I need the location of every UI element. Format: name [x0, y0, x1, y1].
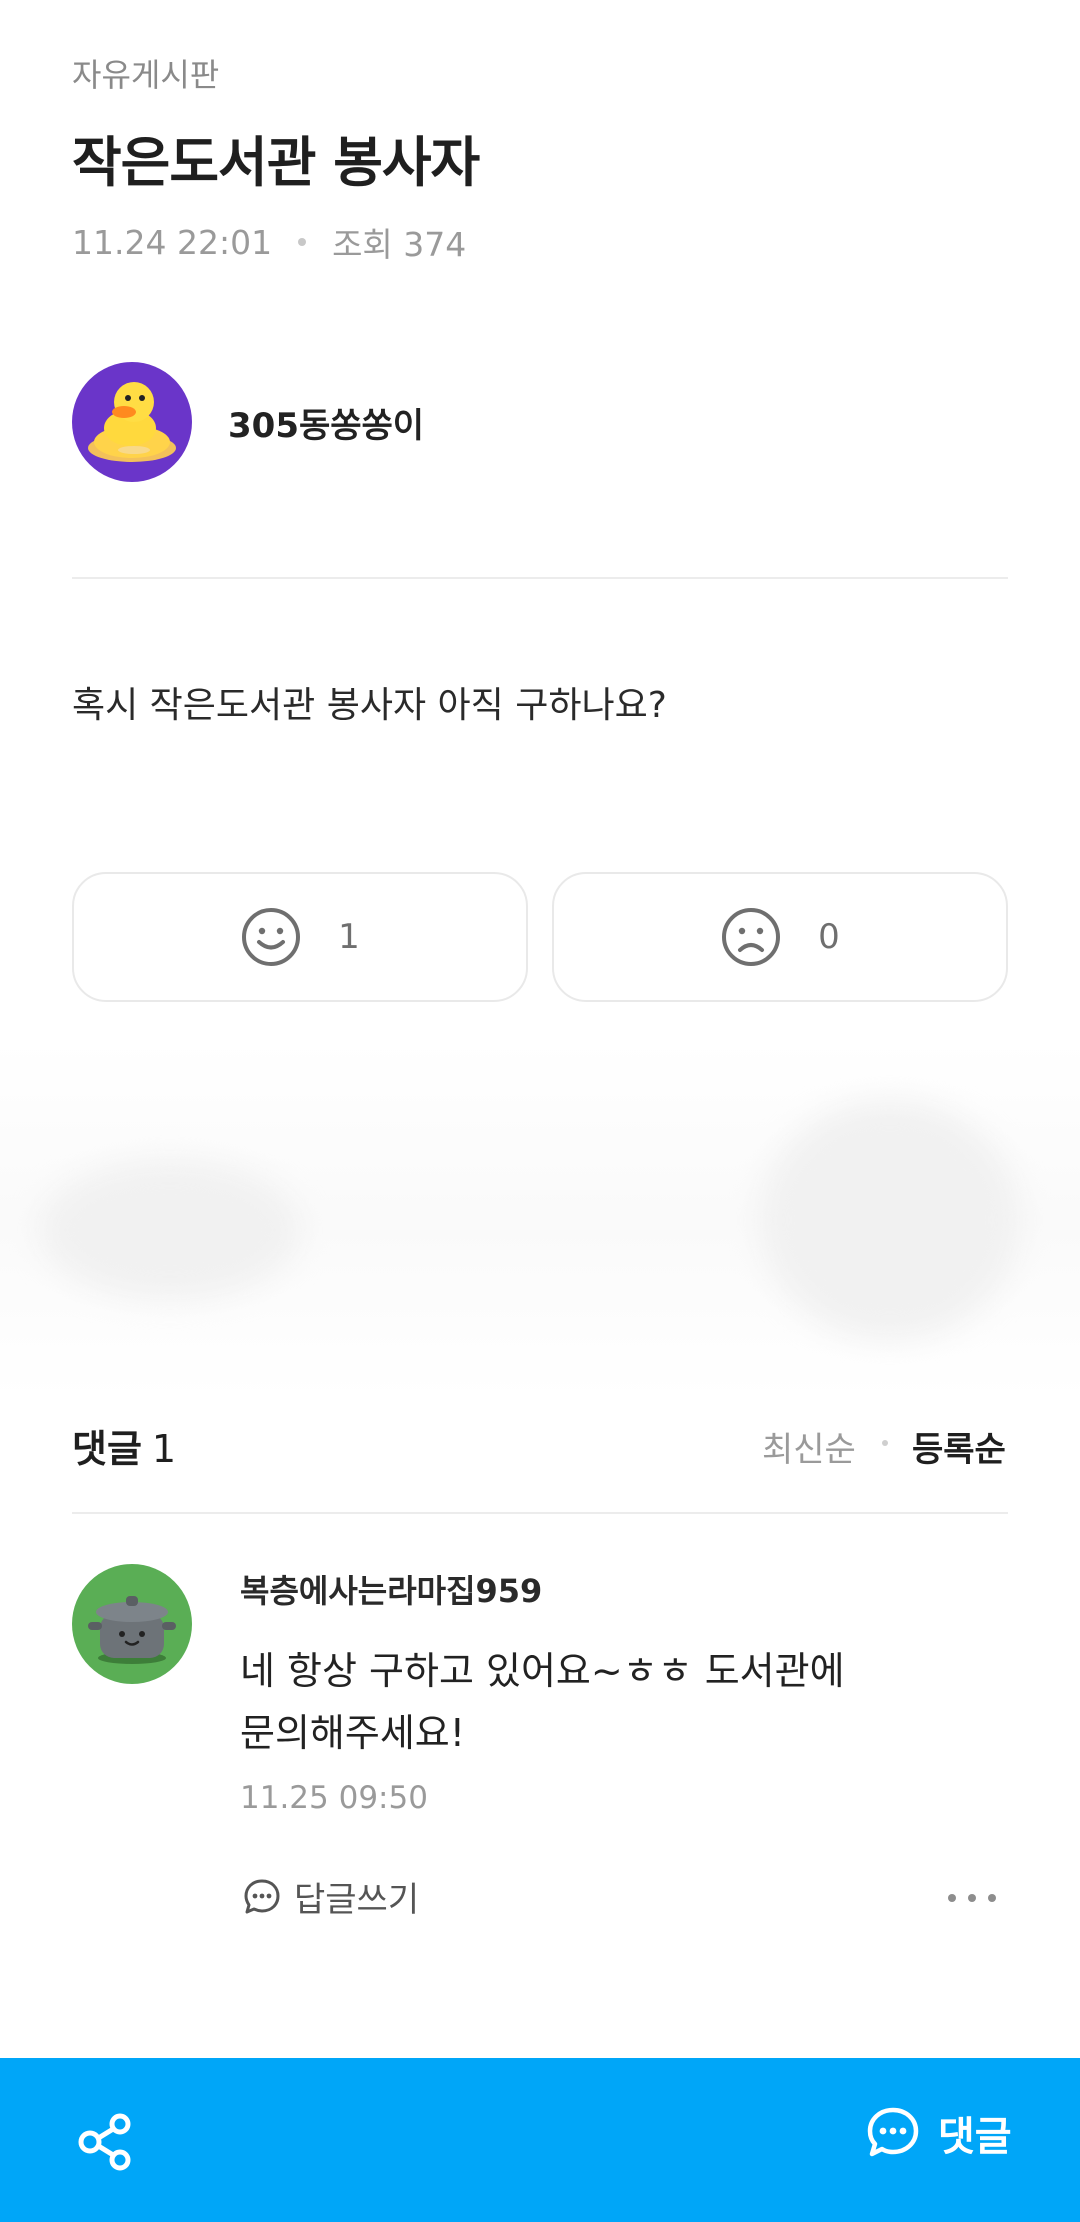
share-icon [78, 2113, 131, 2171]
post-views: 조회 374 [332, 225, 467, 264]
comment-bubble-icon [867, 2107, 919, 2157]
comments-title: 댓글 [72, 1427, 142, 1471]
post-meta: 11.24 22:01 조회 374 [72, 218, 466, 266]
meta-separator [298, 238, 307, 246]
more-options-button[interactable] [948, 1880, 996, 1916]
share-button[interactable] [76, 2112, 136, 2172]
more-dots-icon [948, 1894, 956, 1902]
dislike-button[interactable]: 0 [552, 872, 1008, 1002]
sort-register[interactable]: 등록순 [912, 1422, 1006, 1471]
like-count: 1 [338, 917, 360, 957]
divider [72, 1512, 1008, 1514]
board-category[interactable]: 자유게시판 [72, 50, 219, 96]
reply-button[interactable]: 답글쓰기 [242, 1872, 419, 1921]
author-avatar[interactable] [72, 362, 192, 482]
comment-text-line: 문의해주세요! [240, 1711, 465, 1755]
sort-latest[interactable]: 최신순 [762, 1422, 856, 1471]
comments-count: 1 [151, 1427, 177, 1471]
ad-blur-shape [40, 1160, 300, 1300]
comment-author[interactable]: 복층에사는라마집959 [240, 1566, 542, 1612]
post-date: 11.24 22:01 [72, 222, 273, 262]
pot-avatar-icon [88, 1596, 176, 1664]
post-title: 작은도서관 봉사자 [72, 131, 480, 194]
speech-bubble-icon [244, 1879, 280, 1913]
comment-avatar[interactable] [72, 1564, 192, 1684]
smile-icon [242, 908, 301, 966]
divider [72, 577, 1008, 579]
comment-time: 11.25 09:50 [240, 1780, 428, 1816]
post-body: 혹시 작은도서관 봉사자 아직 구하나요? [72, 685, 667, 726]
sort-separator [882, 1440, 888, 1446]
more-dots-icon [988, 1894, 996, 1902]
reply-label: 답글쓰기 [294, 1880, 420, 1920]
comment-button[interactable]: 댓글 [866, 2104, 1012, 2162]
comment-text-line: 네 항상 구하고 있어요~ㅎㅎ 도서관에 [240, 1649, 845, 1693]
comments-header: 댓글 1 [72, 1418, 176, 1473]
like-button[interactable]: 1 [72, 872, 528, 1002]
comment-button-label: 댓글 [938, 2114, 1012, 2160]
ad-blur-shape [760, 1100, 1020, 1340]
more-dots-icon [968, 1894, 976, 1902]
comment-text: 네 항상 구하고 있어요~ㅎㅎ 도서관에 문의해주세요! [240, 1640, 960, 1764]
dislike-count: 0 [818, 917, 840, 957]
ad-placeholder [0, 1040, 1080, 1400]
duck-avatar-icon [88, 382, 176, 462]
frown-icon [722, 908, 781, 966]
author-name[interactable]: 305동쏭쏭이 [228, 398, 424, 447]
